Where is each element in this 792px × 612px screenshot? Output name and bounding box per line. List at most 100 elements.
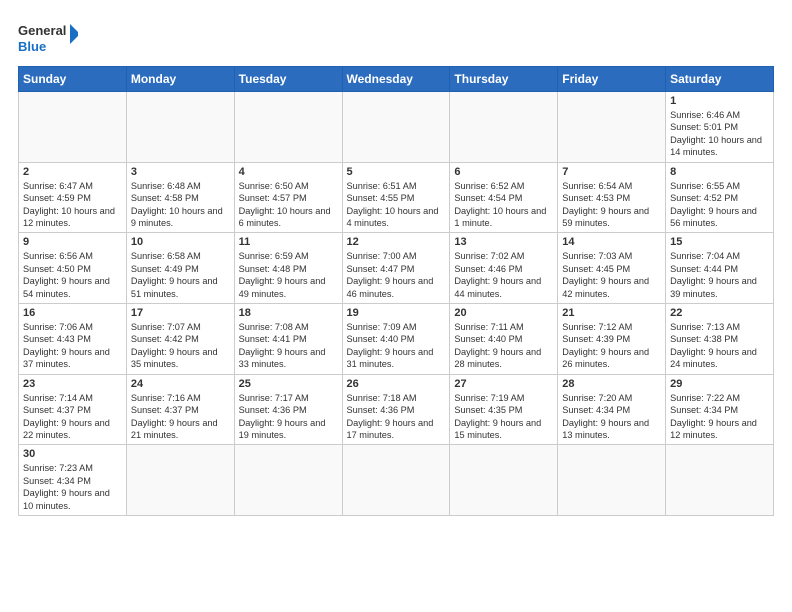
day-info: Sunrise: 7:20 AM Sunset: 4:34 PM Dayligh… xyxy=(562,392,661,442)
day-info: Sunrise: 7:23 AM Sunset: 4:34 PM Dayligh… xyxy=(23,462,122,512)
svg-text:General: General xyxy=(18,23,66,38)
week-row-5: 30 Sunrise: 7:23 AM Sunset: 4:34 PM Dayli… xyxy=(19,445,774,516)
calendar-cell xyxy=(19,92,127,163)
day-info: Sunrise: 7:03 AM Sunset: 4:45 PM Dayligh… xyxy=(562,250,661,300)
day-number: 13 xyxy=(454,236,553,248)
calendar-cell: 6 Sunrise: 6:52 AM Sunset: 4:54 PM Daylig… xyxy=(450,162,558,233)
logo: General Blue xyxy=(18,18,78,56)
day-info: Sunrise: 7:18 AM Sunset: 4:36 PM Dayligh… xyxy=(347,392,446,442)
calendar-cell xyxy=(450,92,558,163)
weekday-header-wednesday: Wednesday xyxy=(342,67,450,92)
header: General Blue xyxy=(18,18,774,56)
calendar-cell: 24Sunrise: 7:16 AM Sunset: 4:37 PM Dayli… xyxy=(126,374,234,445)
day-number: 26 xyxy=(347,378,446,390)
week-row-2: 9 Sunrise: 6:56 AM Sunset: 4:50 PM Daylig… xyxy=(19,233,774,304)
day-info: Sunrise: 6:59 AM Sunset: 4:48 PM Dayligh… xyxy=(239,250,338,300)
calendar-cell: 23 Sunrise: 7:14 AM Sunset: 4:37 PM Dayli… xyxy=(19,374,127,445)
day-info: Sunrise: 7:16 AM Sunset: 4:37 PM Dayligh… xyxy=(131,392,230,442)
day-number: 7 xyxy=(562,166,661,178)
calendar-cell xyxy=(558,92,666,163)
day-number: 12 xyxy=(347,236,446,248)
day-number: 16 xyxy=(23,307,122,319)
day-number: 18 xyxy=(239,307,338,319)
day-number: 22 xyxy=(670,307,769,319)
day-info: Sunrise: 7:07 AM Sunset: 4:42 PM Dayligh… xyxy=(131,321,230,371)
day-number: 14 xyxy=(562,236,661,248)
day-info: Sunrise: 7:11 AM Sunset: 4:40 PM Dayligh… xyxy=(454,321,553,371)
logo-svg: General Blue xyxy=(18,18,78,56)
day-number: 25 xyxy=(239,378,338,390)
calendar-table: SundayMondayTuesdayWednesdayThursdayFrid… xyxy=(18,66,774,516)
day-number: 5 xyxy=(347,166,446,178)
calendar-cell xyxy=(342,445,450,516)
calendar-cell: 2 Sunrise: 6:47 AM Sunset: 4:59 PM Daylig… xyxy=(19,162,127,233)
day-number: 23 xyxy=(23,378,122,390)
day-number: 27 xyxy=(454,378,553,390)
calendar-cell: 20 Sunrise: 7:11 AM Sunset: 4:40 PM Dayli… xyxy=(450,304,558,375)
day-info: Sunrise: 6:56 AM Sunset: 4:50 PM Dayligh… xyxy=(23,250,122,300)
weekday-header-sunday: Sunday xyxy=(19,67,127,92)
day-number: 8 xyxy=(670,166,769,178)
calendar-cell xyxy=(558,445,666,516)
day-info: Sunrise: 7:09 AM Sunset: 4:40 PM Dayligh… xyxy=(347,321,446,371)
weekday-header-tuesday: Tuesday xyxy=(234,67,342,92)
week-row-3: 16 Sunrise: 7:06 AM Sunset: 4:43 PM Dayli… xyxy=(19,304,774,375)
calendar-cell: 27 Sunrise: 7:19 AM Sunset: 4:35 PM Dayli… xyxy=(450,374,558,445)
calendar-cell: 28 Sunrise: 7:20 AM Sunset: 4:34 PM Dayli… xyxy=(558,374,666,445)
week-row-4: 23 Sunrise: 7:14 AM Sunset: 4:37 PM Dayli… xyxy=(19,374,774,445)
calendar-cell: 16 Sunrise: 7:06 AM Sunset: 4:43 PM Dayli… xyxy=(19,304,127,375)
week-row-1: 2 Sunrise: 6:47 AM Sunset: 4:59 PM Daylig… xyxy=(19,162,774,233)
calendar-cell: 5 Sunrise: 6:51 AM Sunset: 4:55 PM Daylig… xyxy=(342,162,450,233)
day-number: 4 xyxy=(239,166,338,178)
day-info: Sunrise: 6:47 AM Sunset: 4:59 PM Dayligh… xyxy=(23,180,122,230)
day-info: Sunrise: 7:14 AM Sunset: 4:37 PM Dayligh… xyxy=(23,392,122,442)
day-number: 3 xyxy=(131,166,230,178)
day-info: Sunrise: 7:12 AM Sunset: 4:39 PM Dayligh… xyxy=(562,321,661,371)
calendar-cell: 4Sunrise: 6:50 AM Sunset: 4:57 PM Daylig… xyxy=(234,162,342,233)
calendar-cell xyxy=(234,92,342,163)
day-number: 2 xyxy=(23,166,122,178)
calendar-cell xyxy=(234,445,342,516)
day-info: Sunrise: 6:51 AM Sunset: 4:55 PM Dayligh… xyxy=(347,180,446,230)
day-number: 21 xyxy=(562,307,661,319)
weekday-header-monday: Monday xyxy=(126,67,234,92)
calendar-cell: 1 Sunrise: 6:46 AM Sunset: 5:01 PM Daylig… xyxy=(666,92,774,163)
calendar-cell: 14 Sunrise: 7:03 AM Sunset: 4:45 PM Dayli… xyxy=(558,233,666,304)
calendar-cell: 21 Sunrise: 7:12 AM Sunset: 4:39 PM Dayli… xyxy=(558,304,666,375)
day-number: 9 xyxy=(23,236,122,248)
weekday-header-row: SundayMondayTuesdayWednesdayThursdayFrid… xyxy=(19,67,774,92)
day-info: Sunrise: 6:54 AM Sunset: 4:53 PM Dayligh… xyxy=(562,180,661,230)
day-info: Sunrise: 7:19 AM Sunset: 4:35 PM Dayligh… xyxy=(454,392,553,442)
day-info: Sunrise: 7:04 AM Sunset: 4:44 PM Dayligh… xyxy=(670,250,769,300)
day-info: Sunrise: 7:06 AM Sunset: 4:43 PM Dayligh… xyxy=(23,321,122,371)
day-number: 30 xyxy=(23,448,122,460)
calendar-cell xyxy=(342,92,450,163)
day-number: 20 xyxy=(454,307,553,319)
calendar-cell xyxy=(666,445,774,516)
day-number: 6 xyxy=(454,166,553,178)
calendar-cell: 11Sunrise: 6:59 AM Sunset: 4:48 PM Dayli… xyxy=(234,233,342,304)
calendar-cell: 12Sunrise: 7:00 AM Sunset: 4:47 PM Dayli… xyxy=(342,233,450,304)
calendar-cell: 3Sunrise: 6:48 AM Sunset: 4:58 PM Daylig… xyxy=(126,162,234,233)
calendar-cell: 26 Sunrise: 7:18 AM Sunset: 4:36 PM Dayli… xyxy=(342,374,450,445)
calendar-cell: 30 Sunrise: 7:23 AM Sunset: 4:34 PM Dayli… xyxy=(19,445,127,516)
calendar-cell: 25Sunrise: 7:17 AM Sunset: 4:36 PM Dayli… xyxy=(234,374,342,445)
calendar-cell: 19Sunrise: 7:09 AM Sunset: 4:40 PM Dayli… xyxy=(342,304,450,375)
calendar-cell xyxy=(126,92,234,163)
calendar-cell: 7 Sunrise: 6:54 AM Sunset: 4:53 PM Daylig… xyxy=(558,162,666,233)
calendar-cell: 15 Sunrise: 7:04 AM Sunset: 4:44 PM Dayli… xyxy=(666,233,774,304)
day-number: 17 xyxy=(131,307,230,319)
weekday-header-friday: Friday xyxy=(558,67,666,92)
calendar-cell xyxy=(450,445,558,516)
day-info: Sunrise: 6:55 AM Sunset: 4:52 PM Dayligh… xyxy=(670,180,769,230)
day-number: 15 xyxy=(670,236,769,248)
day-number: 28 xyxy=(562,378,661,390)
day-number: 1 xyxy=(670,95,769,107)
calendar-cell: 8 Sunrise: 6:55 AM Sunset: 4:52 PM Daylig… xyxy=(666,162,774,233)
calendar-cell: 9 Sunrise: 6:56 AM Sunset: 4:50 PM Daylig… xyxy=(19,233,127,304)
day-info: Sunrise: 6:46 AM Sunset: 5:01 PM Dayligh… xyxy=(670,109,769,159)
weekday-header-saturday: Saturday xyxy=(666,67,774,92)
calendar-cell: 22Sunrise: 7:13 AM Sunset: 4:38 PM Dayli… xyxy=(666,304,774,375)
calendar-cell: 29Sunrise: 7:22 AM Sunset: 4:34 PM Dayli… xyxy=(666,374,774,445)
day-info: Sunrise: 6:52 AM Sunset: 4:54 PM Dayligh… xyxy=(454,180,553,230)
